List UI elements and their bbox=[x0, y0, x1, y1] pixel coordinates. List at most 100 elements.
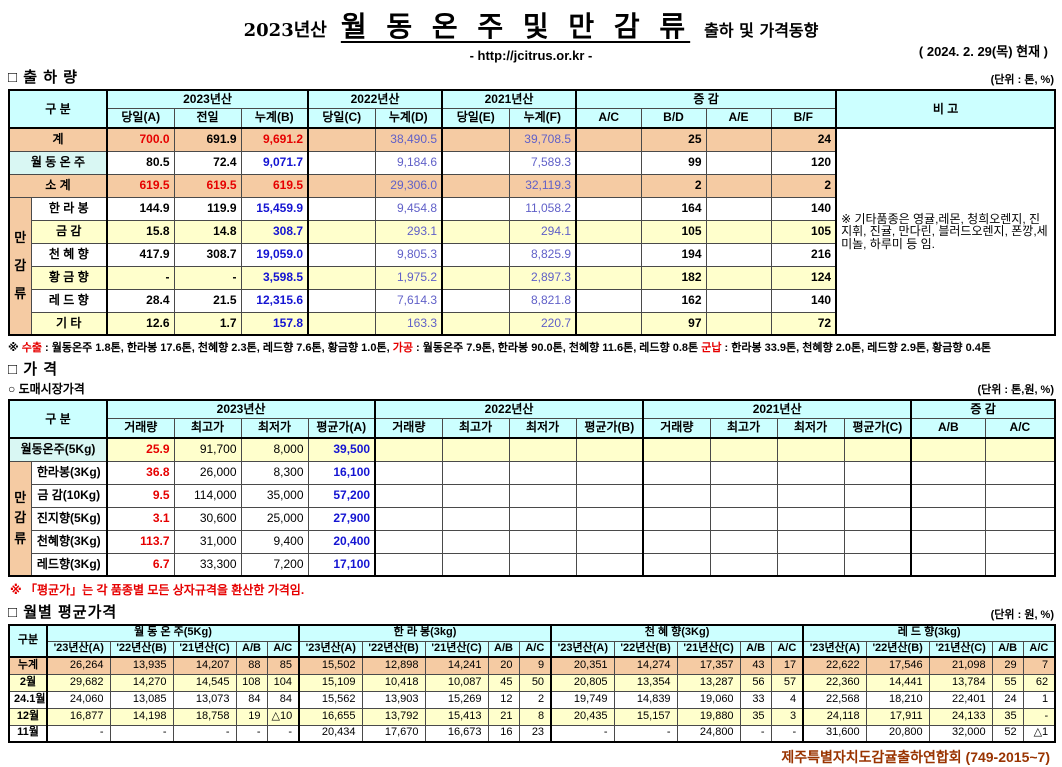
shipment-footnote: ※ 수출 : 월동온주 1.8톤, 한라봉 17.6톤, 천혜향 2.3톤, 레… bbox=[8, 339, 1054, 355]
cell: 10,087 bbox=[425, 674, 488, 691]
cell: 30,600 bbox=[174, 507, 241, 530]
report-date: ( 2024. 2. 29(목) 현재 ) bbox=[919, 41, 1048, 60]
cell bbox=[509, 530, 576, 553]
cell: 14.8 bbox=[174, 220, 241, 243]
cell: 8,300 bbox=[241, 461, 308, 484]
cell: 16,655 bbox=[299, 708, 362, 725]
cell: - bbox=[267, 725, 299, 742]
column-header: A/C bbox=[985, 418, 1055, 438]
cell bbox=[442, 197, 509, 220]
cell: 13,935 bbox=[110, 657, 173, 674]
cell: - bbox=[47, 725, 110, 742]
col-group-diff: 증 감 bbox=[576, 90, 836, 108]
cell bbox=[706, 174, 771, 197]
cell bbox=[576, 151, 641, 174]
cell: 11,058.2 bbox=[509, 197, 576, 220]
cell: 20,351 bbox=[551, 657, 614, 674]
cell bbox=[844, 484, 911, 507]
cell bbox=[710, 461, 777, 484]
cell bbox=[643, 530, 710, 553]
cell bbox=[777, 438, 844, 461]
cell bbox=[643, 461, 710, 484]
cell bbox=[777, 530, 844, 553]
cell: 163.3 bbox=[375, 312, 442, 335]
shipment-table: 구 분 2023년산 2022년산 2021년산 증 감 비 고 당일(A)전일… bbox=[8, 89, 1056, 336]
cell bbox=[576, 289, 641, 312]
cell bbox=[576, 553, 643, 576]
cell bbox=[442, 151, 509, 174]
column-header: 최저가 bbox=[509, 418, 576, 438]
cell: 9,184.6 bbox=[375, 151, 442, 174]
cell: 15,562 bbox=[299, 691, 362, 708]
col-header-gubun: 구 분 bbox=[9, 90, 107, 128]
cell: 3.1 bbox=[107, 507, 174, 530]
cell: 7,614.3 bbox=[375, 289, 442, 312]
cell bbox=[911, 484, 985, 507]
cell bbox=[442, 484, 509, 507]
cell: 13,085 bbox=[110, 691, 173, 708]
cell bbox=[509, 553, 576, 576]
cell: 32,000 bbox=[929, 725, 992, 742]
column-header: 최고가 bbox=[174, 418, 241, 438]
cell: 182 bbox=[641, 266, 706, 289]
cell: 15.8 bbox=[107, 220, 174, 243]
cell: 57 bbox=[771, 674, 803, 691]
cell: 15,413 bbox=[425, 708, 488, 725]
cell bbox=[576, 312, 641, 335]
product-group-header: 레 드 향(3kg) bbox=[803, 625, 1055, 641]
cell: 20,434 bbox=[299, 725, 362, 742]
cell: 38,490.5 bbox=[375, 128, 442, 151]
cell bbox=[911, 461, 985, 484]
cell bbox=[911, 438, 985, 461]
col-group-diff: 증 감 bbox=[911, 400, 1055, 418]
monthly-row: 24.1월24,06013,08513,073848415,56213,9031… bbox=[9, 691, 1055, 708]
cell bbox=[844, 461, 911, 484]
cell: 3,598.5 bbox=[241, 266, 308, 289]
cell: 57,200 bbox=[308, 484, 375, 507]
monthly-row: 2월29,68214,27014,54510810415,10910,41810… bbox=[9, 674, 1055, 691]
column-header: 최저가 bbox=[777, 418, 844, 438]
column-header: A/C bbox=[267, 641, 299, 657]
cell: 45 bbox=[488, 674, 519, 691]
product-group-header: 월 동 온 주(5Kg) bbox=[47, 625, 299, 641]
column-header: 최고가 bbox=[710, 418, 777, 438]
column-header: B/F bbox=[771, 108, 836, 128]
column-header: A/E bbox=[706, 108, 771, 128]
cell bbox=[710, 507, 777, 530]
cell: 18,210 bbox=[866, 691, 929, 708]
price-header-row1: 구 분 2023년산 2022년산 2021년산 증 감 bbox=[9, 400, 1055, 418]
row-label: 소 계 bbox=[9, 174, 107, 197]
cell bbox=[442, 507, 509, 530]
cell: - bbox=[740, 725, 771, 742]
col-header-gubun: 구분 bbox=[9, 625, 47, 657]
cell: 19,059.0 bbox=[241, 243, 308, 266]
cell bbox=[985, 530, 1055, 553]
cell: 14,270 bbox=[110, 674, 173, 691]
column-header: 평균가(A) bbox=[308, 418, 375, 438]
cell bbox=[985, 461, 1055, 484]
cell: 108 bbox=[236, 674, 267, 691]
cell: 17,911 bbox=[866, 708, 929, 725]
cell: 12.6 bbox=[107, 312, 174, 335]
cell: 29 bbox=[992, 657, 1023, 674]
cell bbox=[442, 128, 509, 151]
cell: 124 bbox=[771, 266, 836, 289]
cell bbox=[985, 507, 1055, 530]
group-label-mangamryu: 만감류 bbox=[9, 461, 31, 576]
footnote-segment: 군납 bbox=[701, 342, 721, 354]
cell: - bbox=[236, 725, 267, 742]
cell bbox=[777, 553, 844, 576]
cell: 20,805 bbox=[551, 674, 614, 691]
cell: 50 bbox=[519, 674, 551, 691]
column-header: A/B bbox=[488, 641, 519, 657]
column-header: 당일(E) bbox=[442, 108, 509, 128]
cell bbox=[375, 461, 442, 484]
cell bbox=[308, 266, 375, 289]
cell: 13,287 bbox=[677, 674, 740, 691]
cell bbox=[442, 461, 509, 484]
row-label: 황 금 향 bbox=[31, 266, 107, 289]
cell: 24,800 bbox=[677, 725, 740, 742]
cell: 22,568 bbox=[803, 691, 866, 708]
cell: 7,200 bbox=[241, 553, 308, 576]
cell: 144.9 bbox=[107, 197, 174, 220]
